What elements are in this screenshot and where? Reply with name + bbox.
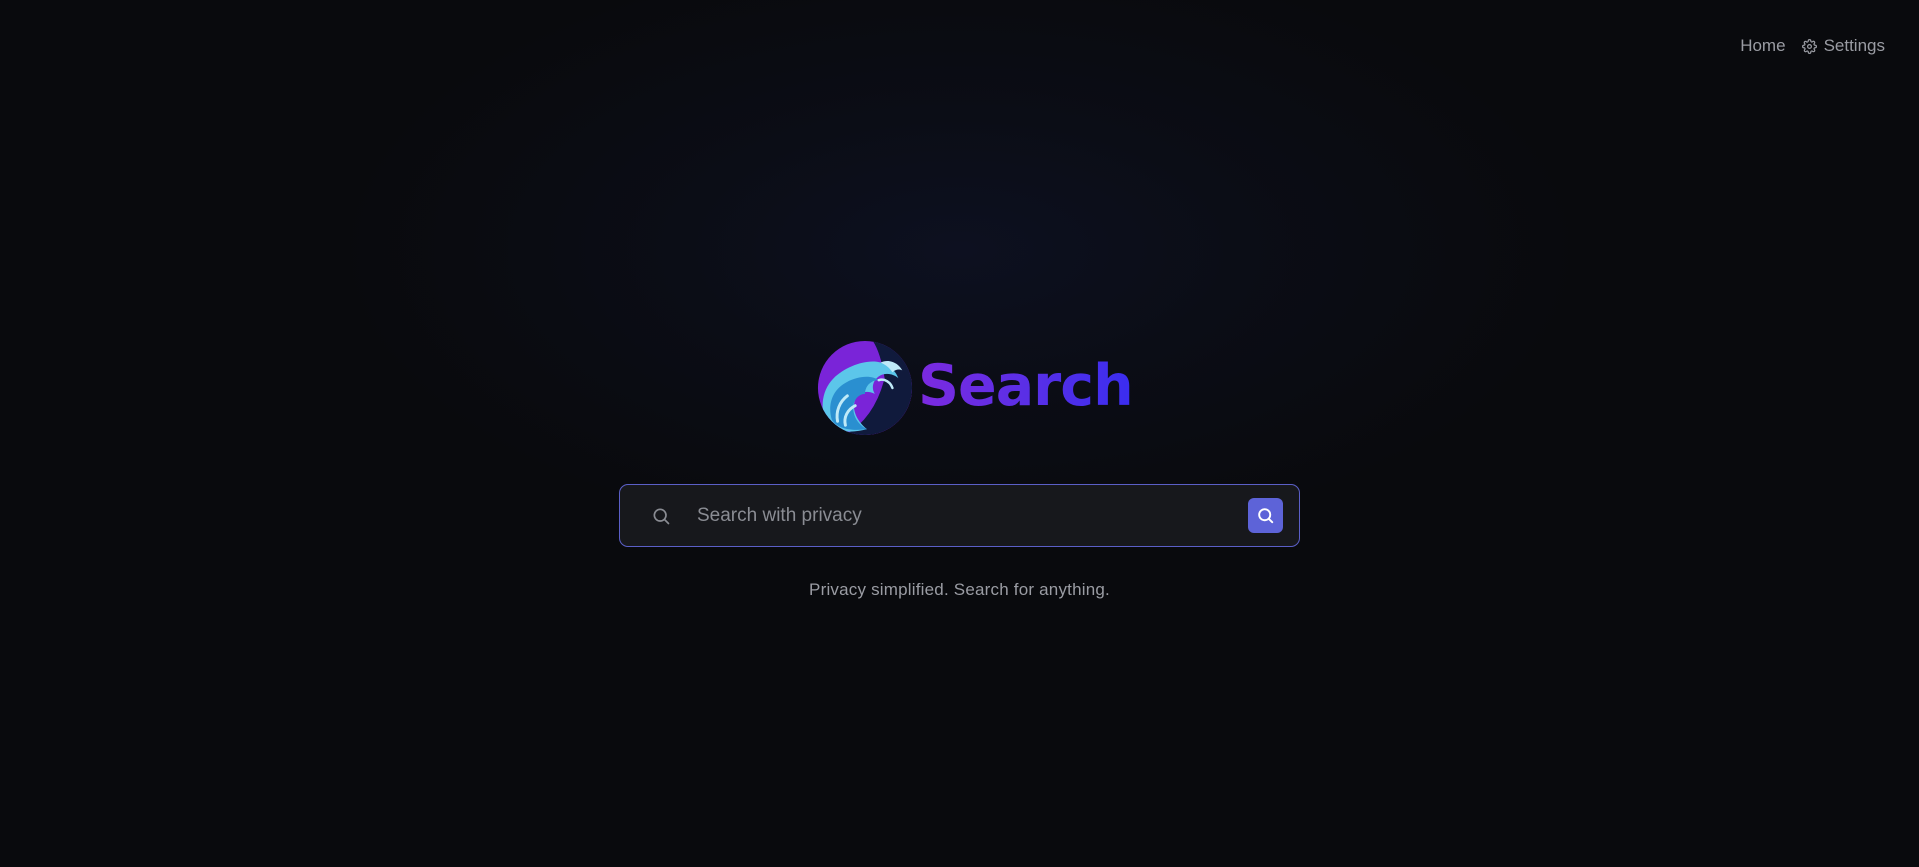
search-icon [653,507,670,524]
gear-icon [1801,38,1817,54]
search-bar [619,484,1300,547]
search-icon [1258,508,1274,524]
search-input[interactable] [695,503,1248,528]
brand-name: Search [918,352,1134,419]
brand: Search [816,339,1134,437]
search-submit-button[interactable] [1248,498,1283,533]
page: Home Settings Search Search with privacy… [0,0,1919,867]
tagline: Privacy simplified. Search for anything. [809,580,1110,599]
settings-label: Settings [1823,36,1885,55]
top-nav: Home Settings [1740,36,1885,56]
settings-link[interactable]: Settings [1801,36,1885,56]
home-link[interactable]: Home [1740,36,1785,56]
wave-logo [817,340,913,436]
